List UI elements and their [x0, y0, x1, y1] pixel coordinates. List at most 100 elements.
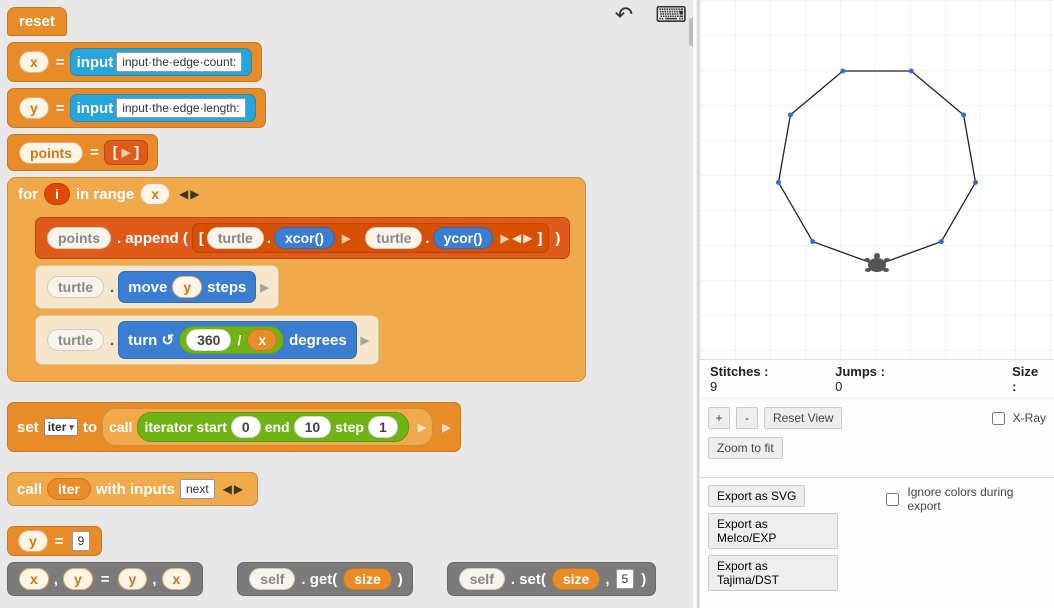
turtle-ref[interactable]: turtle	[207, 227, 264, 249]
close-paren: )	[398, 571, 403, 588]
turtle-ref[interactable]: turtle	[365, 227, 422, 249]
var-x: x	[19, 51, 49, 73]
call-wrapper[interactable]: call iterator start 0 end 10 step 1 ▶	[102, 408, 433, 446]
export-section: Export as SVG Export as Melco/EXP Export…	[700, 477, 1054, 598]
preview-panel: Stitches : 9 Jumps : 0 Size : + - Reset …	[700, 0, 1054, 608]
reset-block[interactable]: reset	[7, 7, 67, 36]
var-x-ref[interactable]: x	[247, 329, 277, 351]
var-y: y	[18, 530, 48, 552]
assign-y-nine-block[interactable]: y = 9	[7, 526, 102, 556]
dot-label: .	[110, 332, 114, 349]
call-label: call	[17, 481, 42, 498]
iter-ref[interactable]: iter	[47, 478, 91, 500]
self-ref[interactable]: self	[249, 568, 295, 590]
step-label: step	[335, 419, 364, 435]
assign-y-block[interactable]: y = input input·the·edge·length:	[7, 88, 266, 128]
zoom-fit-button[interactable]: Zoom to fit	[708, 437, 783, 459]
inner-list[interactable]: [ turtle . xcor() ▶ turtle . ycor() ▶ ◀▶…	[192, 223, 550, 253]
expand-icon[interactable]: ▶	[342, 232, 350, 245]
empty-list-block[interactable]: [ ▶ ]	[104, 140, 148, 165]
for-body[interactable]: points . append ( [ turtle . xcor() ▶ tu…	[26, 210, 579, 372]
export-tajima-button[interactable]: Export as Tajima/DST	[708, 555, 838, 591]
ycor-block[interactable]: ycor()	[433, 227, 494, 249]
turtle-ref[interactable]: turtle	[47, 276, 104, 298]
literal-9[interactable]: 9	[72, 531, 91, 551]
stitch-canvas[interactable]	[700, 0, 1054, 360]
reset-view-button[interactable]: Reset View	[764, 407, 842, 429]
export-svg-button[interactable]: Export as SVG	[708, 485, 805, 507]
turn-block[interactable]: turn ↺ 360 / x degrees	[118, 321, 357, 359]
divider-handle[interactable]	[689, 18, 693, 46]
block-editor[interactable]: ↶ ⌨ reset x = input input·the·edge·count…	[0, 0, 693, 608]
move-block[interactable]: move y steps	[118, 271, 256, 303]
degrees-label: degrees	[289, 332, 347, 349]
iter-dropdown[interactable]: iter	[44, 418, 78, 436]
expand-icon[interactable]: ▶	[418, 421, 426, 434]
points-append-block[interactable]: points . append ( [ turtle . xcor() ▶ tu…	[35, 217, 570, 259]
self-get-block[interactable]: self . get( size )	[237, 562, 412, 596]
arrows-icon[interactable]: ◀▶	[512, 231, 534, 245]
turtle-move-wrapper[interactable]: turtle . move y steps ▶	[35, 265, 279, 309]
step-value[interactable]: 1	[368, 416, 398, 438]
xray-checkbox[interactable]: X-Ray	[988, 409, 1046, 428]
turtle-icon	[862, 252, 892, 278]
divide-block[interactable]: 360 / x	[179, 326, 284, 354]
input-block[interactable]: input input·the·edge·count:	[70, 48, 253, 76]
input-prompt-1[interactable]: input·the·edge·count:	[116, 52, 242, 72]
expand-icon[interactable]: ▶	[361, 334, 369, 347]
for-label: for	[18, 186, 38, 203]
for-loop-block[interactable]: for i in range x ◀▶ points . append ( [ …	[7, 177, 586, 382]
zoom-in-button[interactable]: +	[708, 407, 730, 429]
equals-label: =	[56, 100, 65, 117]
dot-label: .	[267, 230, 271, 247]
end-value[interactable]: 10	[294, 416, 332, 438]
start-value[interactable]: 0	[231, 416, 261, 438]
assign-x-block[interactable]: x = input input·the·edge·count:	[7, 42, 262, 82]
self-ref[interactable]: self	[459, 568, 505, 590]
var-x[interactable]: x	[19, 568, 49, 590]
ignore-colors-input[interactable]	[886, 493, 899, 506]
literal-5[interactable]: 5	[616, 569, 635, 589]
call-iter-block[interactable]: call iter with inputs next ◀▶	[7, 472, 258, 506]
var-x-ref[interactable]: x	[140, 183, 170, 205]
set-iter-block[interactable]: set iter to call iterator start 0 end 10…	[7, 402, 461, 452]
iterator-block[interactable]: iterator start 0 end 10 step 1	[137, 412, 408, 442]
expand-icon[interactable]: ▶	[442, 421, 450, 434]
input-label: input	[77, 54, 114, 71]
turtle-ref[interactable]: turtle	[47, 329, 104, 351]
input-prompt-2[interactable]: input·the·edge·length:	[116, 98, 245, 118]
zoom-out-button[interactable]: -	[736, 407, 758, 429]
get-label: . get(	[301, 571, 337, 588]
tuple-swap-block[interactable]: x , y = y , x	[7, 562, 203, 596]
var-y[interactable]: y	[63, 568, 93, 590]
export-melco-button[interactable]: Export as Melco/EXP	[708, 513, 838, 549]
expand-icon[interactable]: ▶	[260, 281, 268, 294]
var-i: i	[44, 183, 70, 205]
input-block[interactable]: input input·the·edge·length:	[70, 94, 256, 122]
num-360[interactable]: 360	[186, 329, 231, 351]
input-next[interactable]: next	[180, 479, 215, 499]
turn-label: turn ↺	[128, 331, 174, 349]
expand-icon[interactable]: ▶	[500, 232, 508, 245]
var-y[interactable]: y	[118, 568, 148, 590]
arrows-icon[interactable]: ◀▶	[223, 482, 245, 496]
turtle-turn-wrapper[interactable]: turtle . turn ↺ 360 / x degrees ▶	[35, 315, 379, 365]
set-label: . set(	[511, 571, 546, 588]
ignore-colors-checkbox[interactable]: Ignore colors during export	[882, 485, 1046, 513]
pane-divider[interactable]	[693, 0, 700, 608]
var-y-ref[interactable]: y	[172, 276, 202, 298]
to-label: to	[83, 419, 97, 436]
var-points-ref[interactable]: points	[47, 227, 111, 249]
assign-points-block[interactable]: points = [ ▶ ]	[7, 134, 158, 171]
expand-icon[interactable]: ▶	[122, 146, 130, 159]
xray-input[interactable]	[992, 412, 1005, 425]
self-set-block[interactable]: self . set( size , 5 )	[447, 562, 656, 596]
undo-icon[interactable]: ↶	[615, 2, 633, 28]
size-ref[interactable]: size	[552, 568, 600, 590]
keyboard-icon[interactable]: ⌨	[655, 2, 687, 28]
size-ref[interactable]: size	[343, 568, 391, 590]
iterator-start-label: iterator start	[144, 419, 226, 435]
var-x[interactable]: x	[162, 568, 192, 590]
xcor-block[interactable]: xcor()	[274, 227, 335, 249]
arrows-icon[interactable]: ◀▶	[179, 187, 201, 201]
